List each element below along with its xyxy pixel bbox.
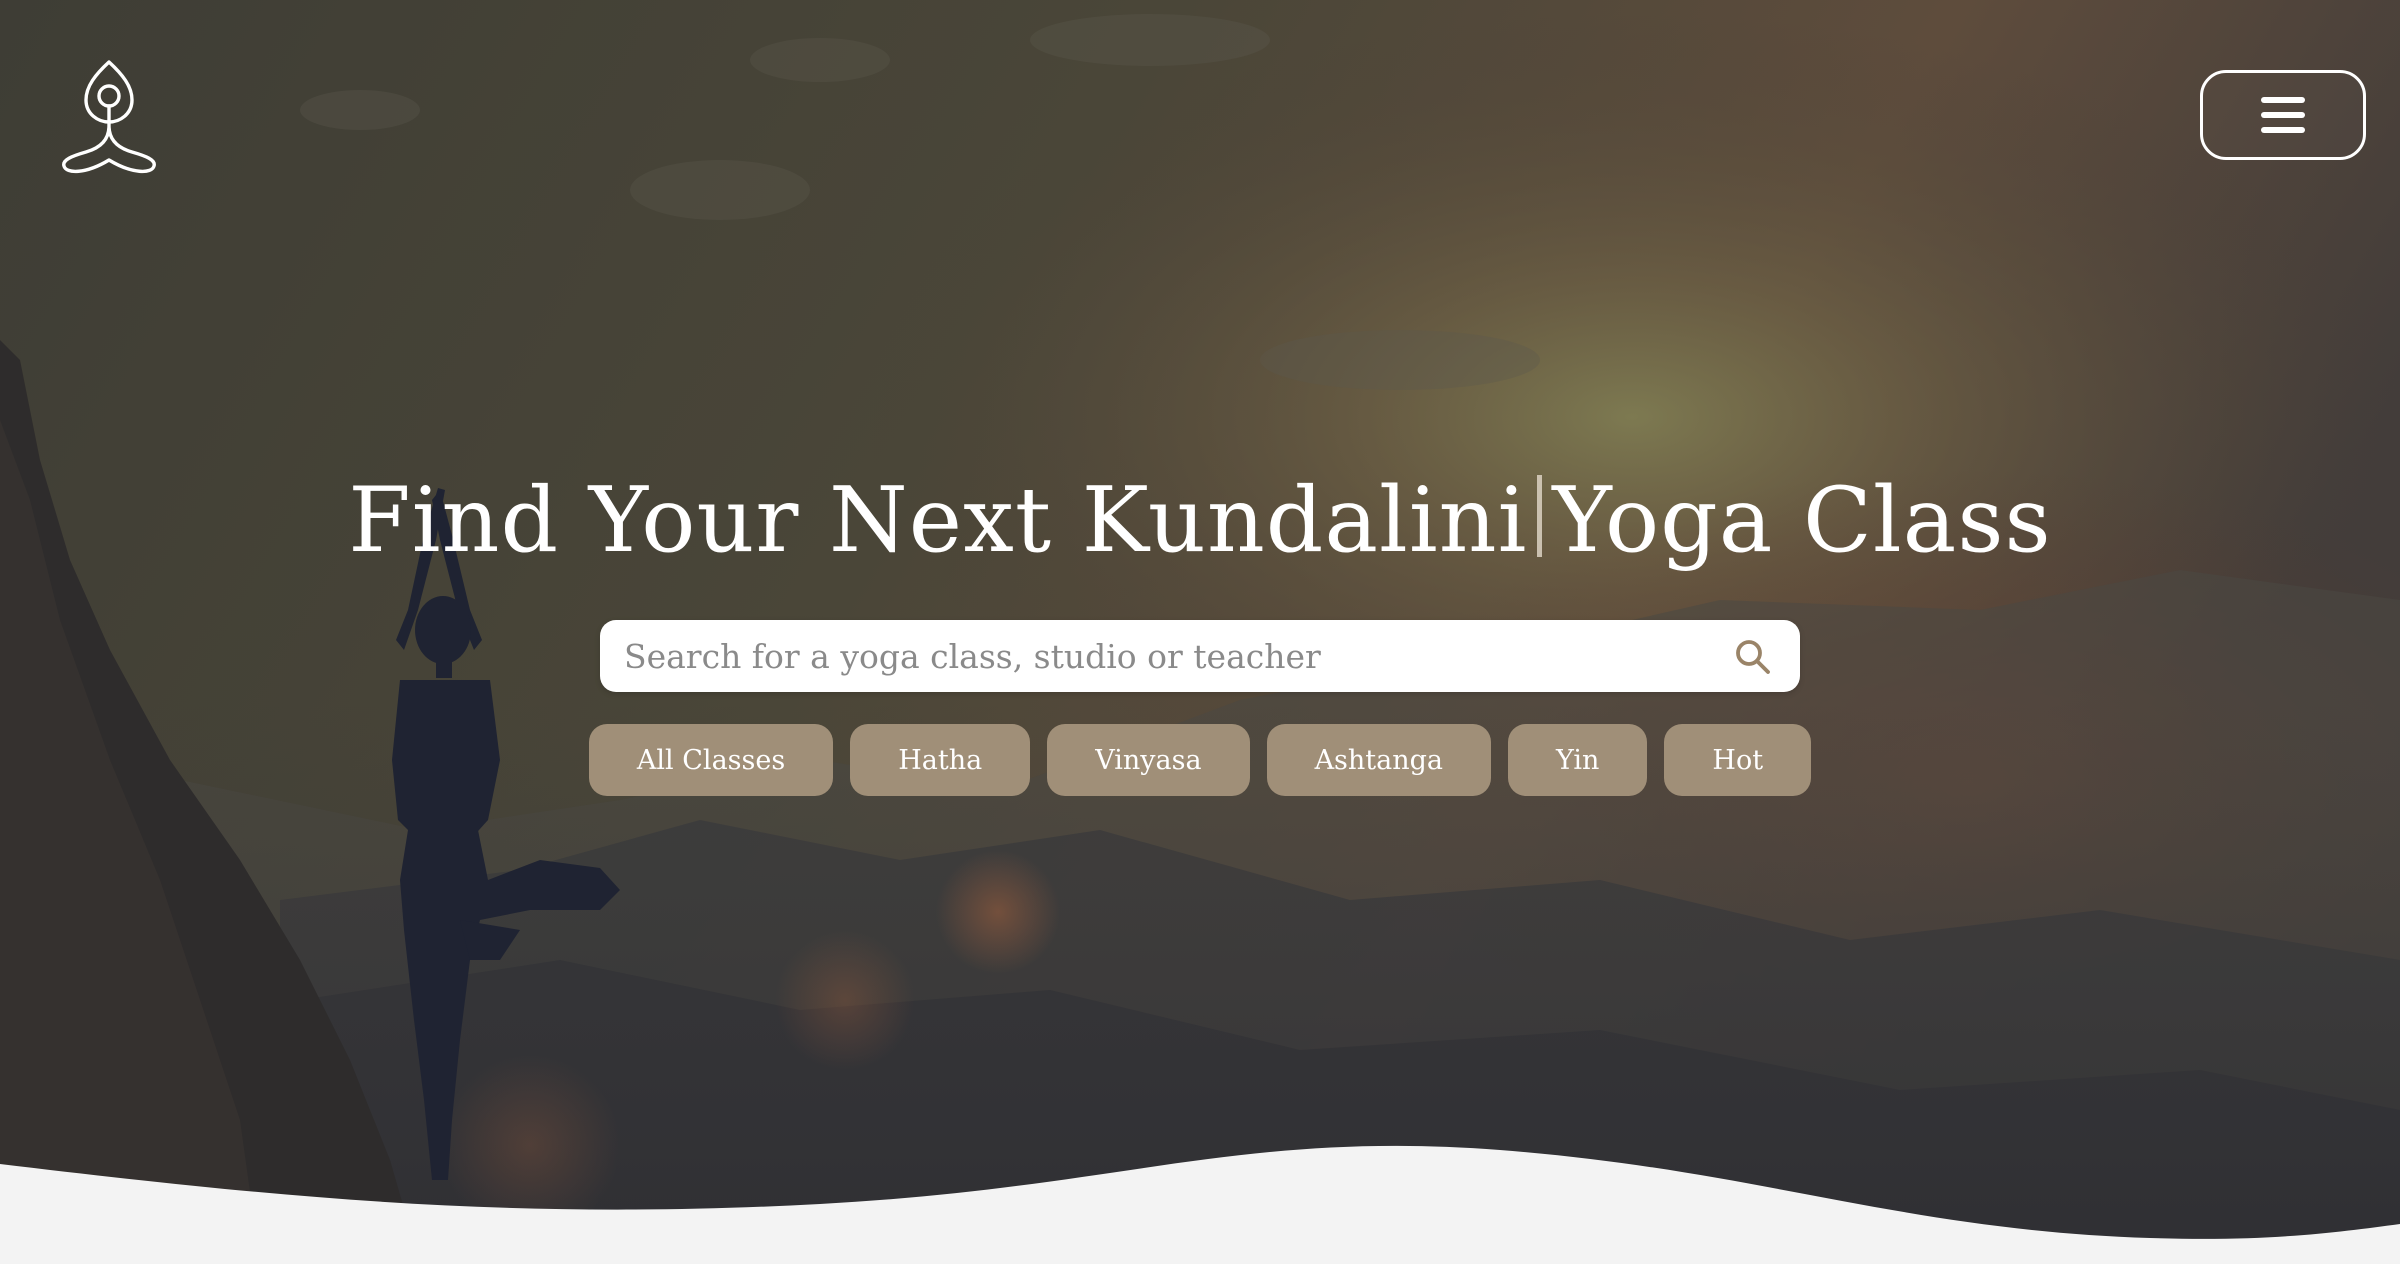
filter-label: All Classes (636, 744, 786, 776)
filter-vinyasa[interactable]: Vinyasa (1047, 724, 1250, 796)
menu-button[interactable] (2200, 70, 2366, 160)
site-logo[interactable] (56, 56, 162, 176)
search-box (600, 620, 1800, 692)
headline-prefix: Find Your Next Kundalini (348, 468, 1528, 573)
filter-label: Yin (1556, 744, 1600, 776)
filter-label: Ashtanga (1314, 744, 1444, 776)
filter-label: Vinyasa (1095, 744, 1202, 776)
search-input[interactable] (600, 620, 1710, 692)
headline-suffix: Yoga Class (1552, 468, 2052, 573)
bottom-wave-divider (0, 1145, 2400, 1264)
typing-cursor (1537, 475, 1543, 557)
hero-headline: Find Your Next Kundalini Yoga Class (0, 466, 2400, 576)
hamburger-menu-icon (2261, 97, 2305, 133)
search-icon[interactable] (1734, 638, 1772, 676)
filter-hot[interactable]: Hot (1664, 724, 1812, 796)
filter-ashtanga[interactable]: Ashtanga (1266, 724, 1492, 796)
filter-all-classes[interactable]: All Classes (588, 724, 834, 796)
filter-yin[interactable]: Yin (1508, 724, 1648, 796)
meditation-pose-icon (62, 60, 156, 174)
filter-hatha[interactable]: Hatha (850, 724, 1031, 796)
filter-label: Hot (1712, 744, 1764, 776)
class-filter-bar: All Classes Hatha Vinyasa Ashtanga Yin H… (0, 724, 2400, 796)
filter-label: Hatha (898, 744, 983, 776)
